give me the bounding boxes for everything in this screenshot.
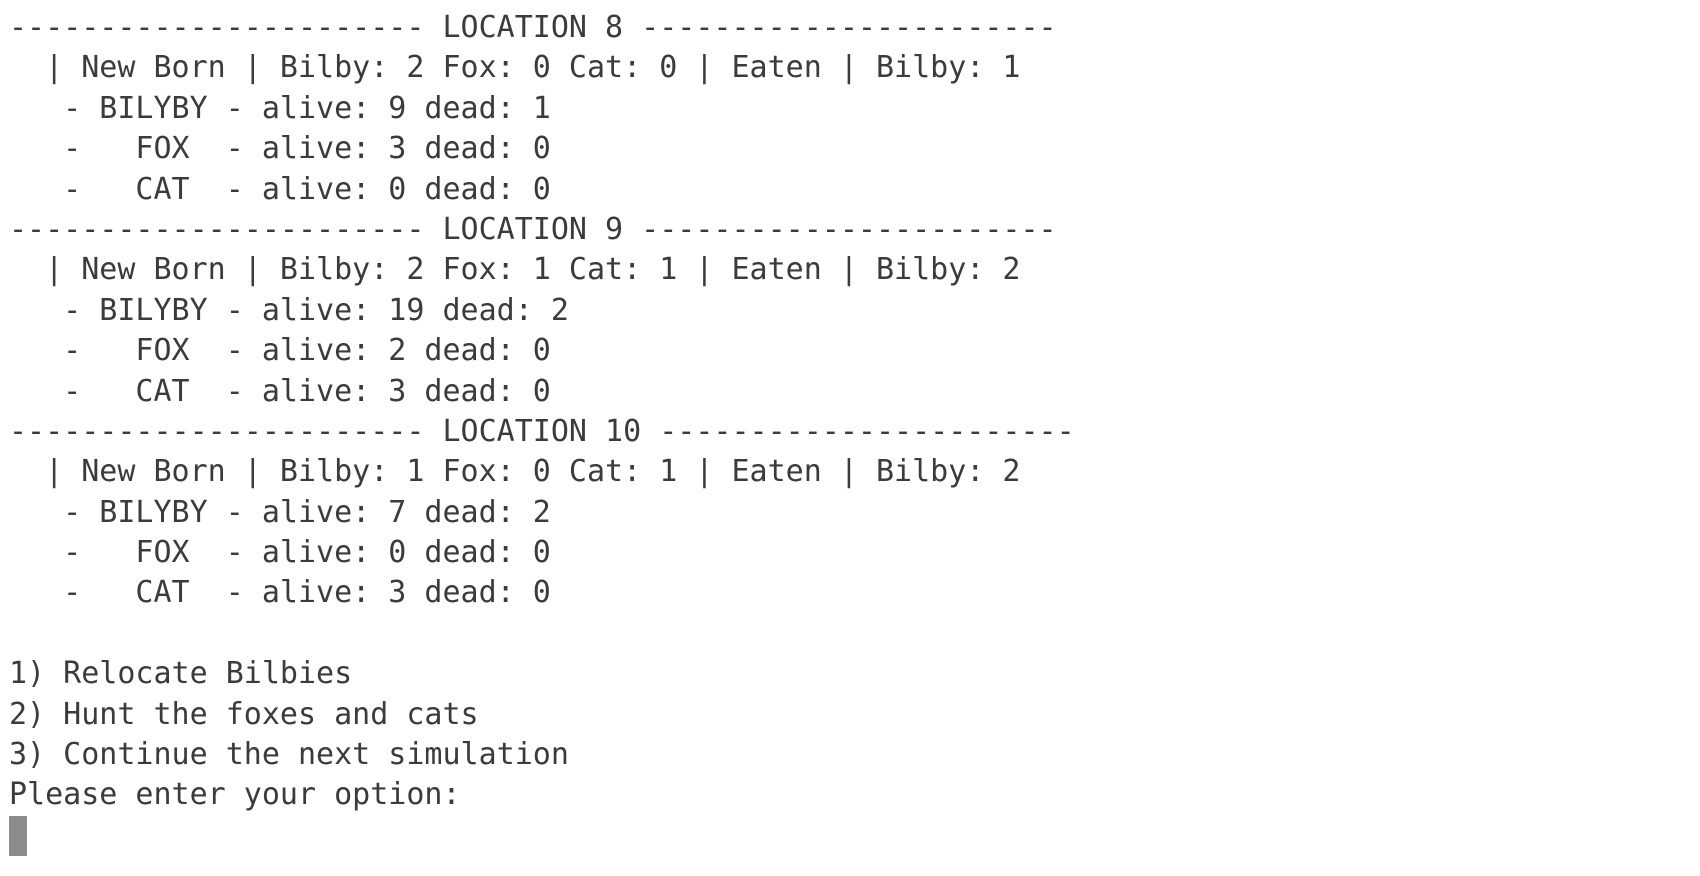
option-prompt: Please enter your option: [9,777,461,813]
location-10-header: ----------------------- LOCATION 10 ----… [9,413,1075,449]
location-8-summary: | New Born | Bilby: 2 Fox: 0 Cat: 0 | Ea… [9,50,1021,86]
menu-option-3: 3) Continue the next simulation [9,737,569,773]
input-line[interactable] [9,815,1700,856]
location-10-summary: | New Born | Bilby: 1 Fox: 0 Cat: 1 | Ea… [9,454,1021,490]
location-9-fox-row: - FOX - alive: 2 dead: 0 [9,333,551,369]
location-9-bilby-row: - BILYBY - alive: 19 dead: 2 [9,292,569,328]
location-9-header: ----------------------- LOCATION 9 -----… [9,211,1057,247]
location-10-cat-row: - CAT - alive: 3 dead: 0 [9,575,551,611]
location-10-bilby-row: - BILYBY - alive: 7 dead: 2 [9,494,551,530]
location-8-header: ----------------------- LOCATION 8 -----… [9,10,1057,45]
terminal-window[interactable]: ----------------------- LOCATION 8 -----… [0,0,1700,876]
text-cursor[interactable] [9,815,27,856]
location-9-summary: | New Born | Bilby: 2 Fox: 1 Cat: 1 | Ea… [9,252,1021,288]
location-10-fox-row: - FOX - alive: 0 dead: 0 [9,535,551,571]
location-8-fox-row: - FOX - alive: 3 dead: 0 [9,131,551,167]
location-8-bilby-row: - BILYBY - alive: 9 dead: 1 [9,90,551,126]
menu-option-2: 2) Hunt the foxes and cats [9,696,479,732]
location-8-cat-row: - CAT - alive: 0 dead: 0 [9,171,551,207]
location-9-cat-row: - CAT - alive: 3 dead: 0 [9,373,551,409]
menu-option-1: 1) Relocate Bilbies [9,656,353,692]
